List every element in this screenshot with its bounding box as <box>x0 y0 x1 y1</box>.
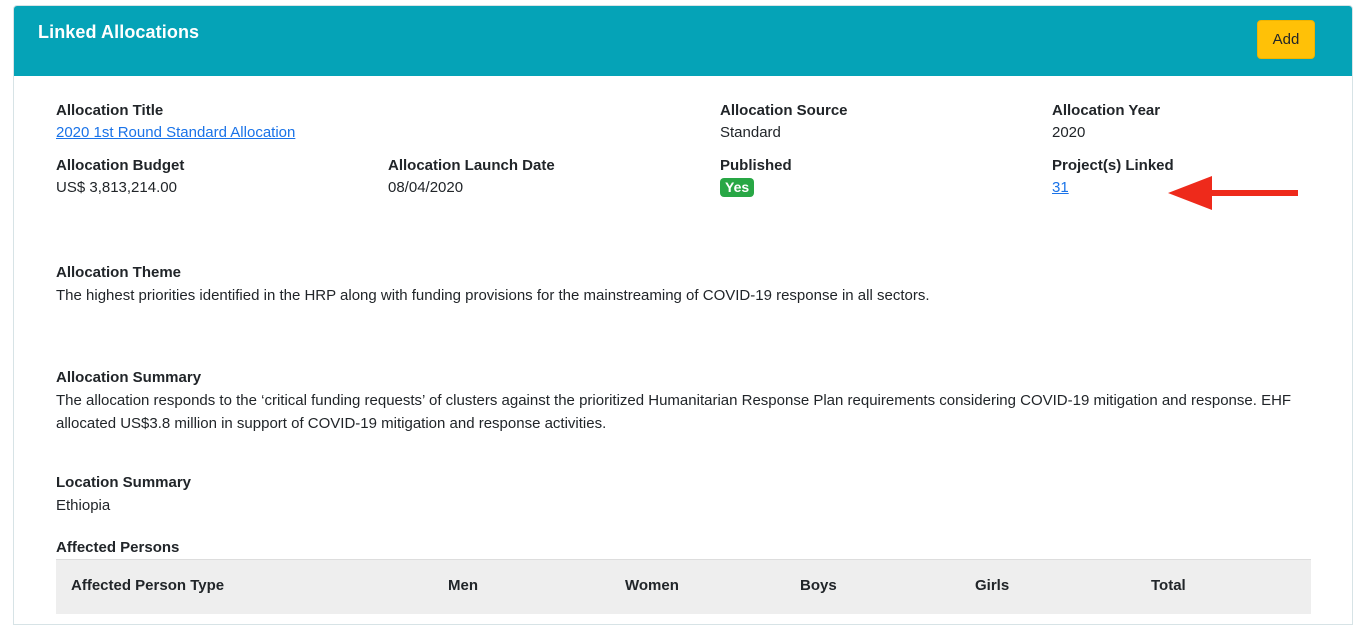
allocation-source-label: Allocation Source <box>720 102 848 119</box>
allocation-budget-field: Allocation Budget US$ 3,813,214.00 <box>56 155 184 199</box>
launch-date-value: 08/04/2020 <box>388 179 464 196</box>
panel-header: Linked Allocations Add <box>14 6 1352 76</box>
published-badge: Yes <box>720 178 755 197</box>
affected-persons-label: Affected Persons <box>56 539 180 556</box>
allocation-summary-text: The allocation responds to the ‘critical… <box>56 392 1292 432</box>
location-summary-text: Ethiopia <box>56 497 111 514</box>
allocation-year-label: Allocation Year <box>1052 102 1161 119</box>
allocation-title-link[interactable]: 2020 1st Round Standard Allocation <box>56 122 295 144</box>
allocation-theme-text: The highest priorities identified in the… <box>56 287 930 304</box>
allocation-title-field: Allocation Title 2020 1st Round Standard… <box>56 100 295 144</box>
projects-linked-label: Project(s) Linked <box>1052 157 1174 174</box>
published-field: Published Yes <box>720 155 792 199</box>
location-summary-section: Location Summary Ethiopia <box>56 471 1306 517</box>
affected-persons-table-header: Affected Person Type Men Women Boys Girl… <box>56 559 1311 614</box>
panel-title: Linked Allocations <box>38 22 200 42</box>
affected-persons-section: Affected Persons <box>56 536 1306 559</box>
column-header-women[interactable]: Women <box>625 577 679 594</box>
allocation-year-value: 2020 <box>1052 124 1086 141</box>
published-label: Published <box>720 157 792 174</box>
launch-date-label: Allocation Launch Date <box>388 157 555 174</box>
column-header-boys[interactable]: Boys <box>800 577 837 594</box>
projects-linked-field: Project(s) Linked 31 <box>1052 155 1174 199</box>
allocation-source-value: Standard <box>720 124 781 141</box>
allocation-source-field: Allocation Source Standard <box>720 100 848 144</box>
allocation-budget-value: US$ 3,813,214.00 <box>56 179 177 196</box>
launch-date-field: Allocation Launch Date 08/04/2020 <box>388 155 555 199</box>
projects-linked-link[interactable]: 31 <box>1052 177 1069 199</box>
allocation-theme-section: Allocation Theme The highest priorities … <box>56 261 1306 307</box>
allocation-title-label: Allocation Title <box>56 102 164 119</box>
column-header-girls[interactable]: Girls <box>975 577 1009 594</box>
red-arrow-icon <box>1168 176 1298 210</box>
allocation-theme-label: Allocation Theme <box>56 264 182 281</box>
column-header-total[interactable]: Total <box>1151 577 1186 594</box>
column-header-men[interactable]: Men <box>448 577 478 594</box>
add-button[interactable]: Add <box>1257 20 1315 59</box>
allocation-year-field: Allocation Year 2020 <box>1052 100 1160 144</box>
allocation-budget-label: Allocation Budget <box>56 157 185 174</box>
location-summary-label: Location Summary <box>56 474 192 491</box>
allocation-summary-section: Allocation Summary The allocation respon… <box>56 366 1306 435</box>
column-header-person-type[interactable]: Affected Person Type <box>71 577 224 594</box>
linked-allocations-panel: Linked Allocations Add <box>13 5 1353 625</box>
allocation-summary-label: Allocation Summary <box>56 369 202 386</box>
